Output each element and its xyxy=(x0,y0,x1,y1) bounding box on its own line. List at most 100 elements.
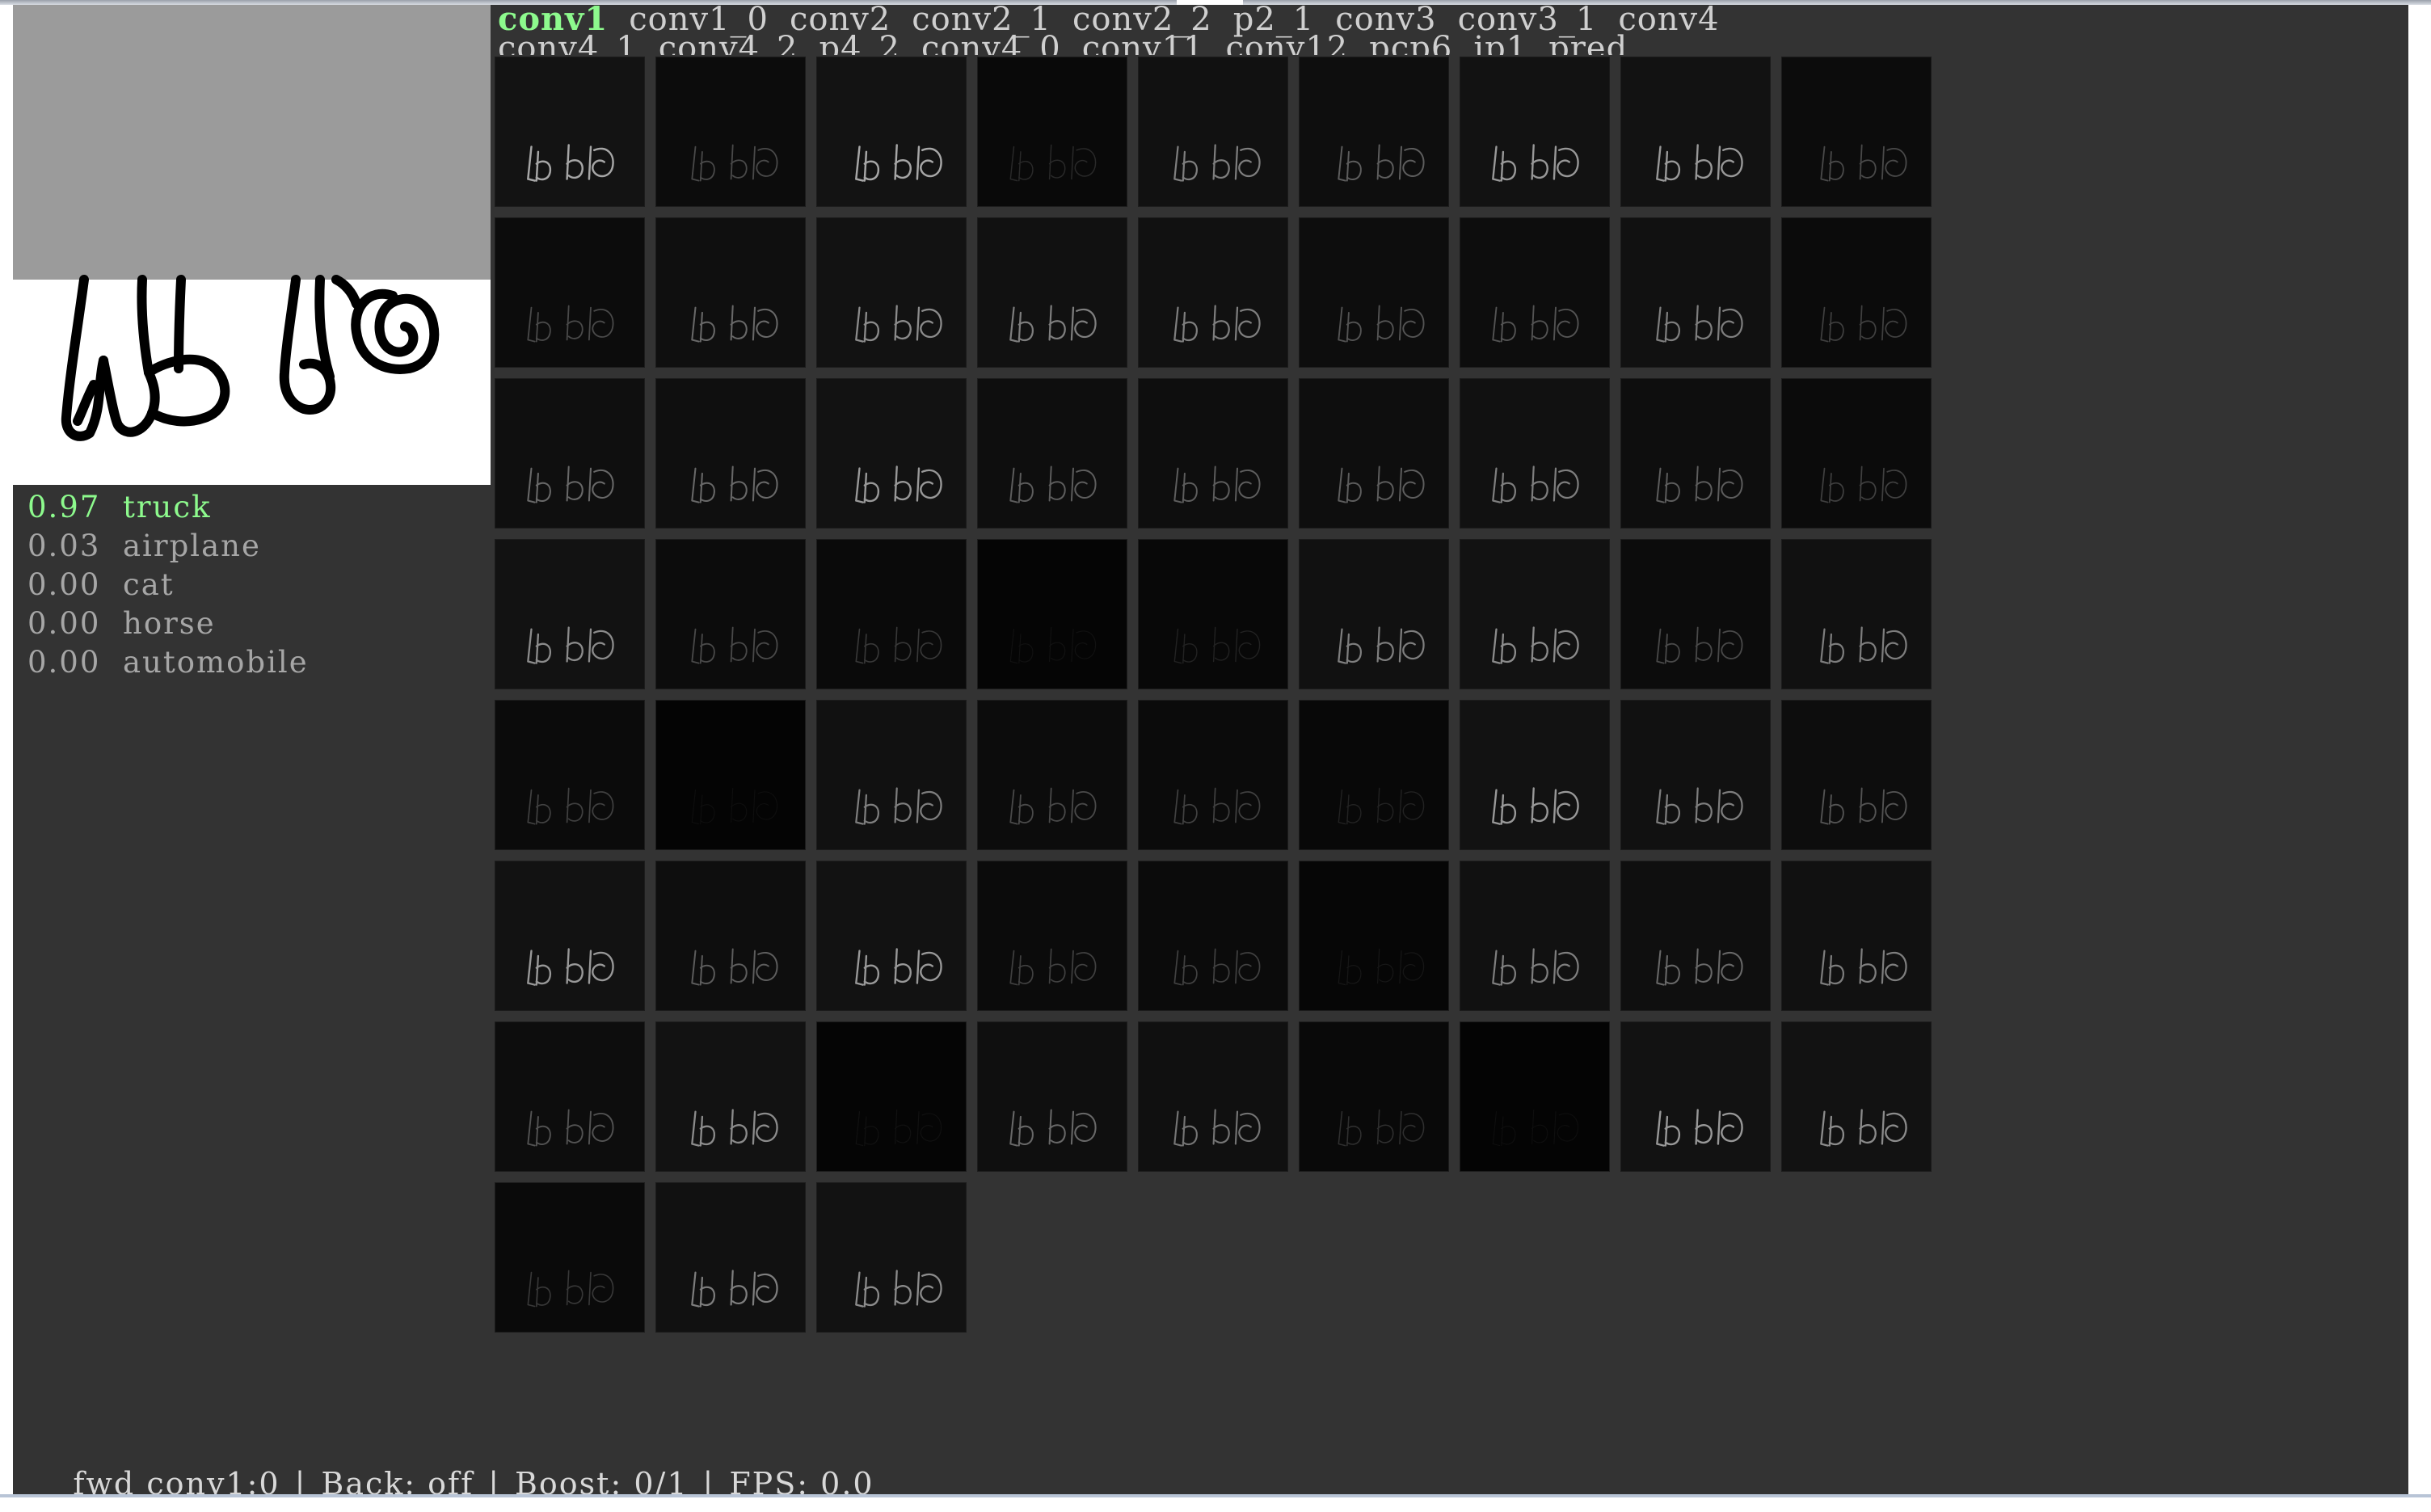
activation-tile[interactable] xyxy=(495,1182,645,1333)
activation-map xyxy=(1820,465,1907,503)
activation-tile[interactable] xyxy=(816,217,967,368)
activation-tile[interactable] xyxy=(1299,57,1449,207)
activation-tile[interactable] xyxy=(1299,1021,1449,1172)
activation-tile[interactable] xyxy=(1460,539,1610,689)
activation-tile[interactable] xyxy=(816,1021,967,1172)
activation-tile[interactable] xyxy=(1620,539,1771,689)
prediction-label: horse xyxy=(123,606,216,641)
layer-name-conv4-2[interactable]: conv4_2 xyxy=(659,30,798,55)
prediction-label: cat xyxy=(123,567,175,602)
activation-tile[interactable] xyxy=(1138,57,1288,207)
activation-tile[interactable] xyxy=(1781,57,1932,207)
layer-name-conv4-1[interactable]: conv4_1 xyxy=(498,30,638,55)
layer-name-ip1[interactable]: ip1 xyxy=(1473,30,1527,55)
prediction-label: automobile xyxy=(123,645,309,680)
activation-tile[interactable] xyxy=(495,378,645,529)
activation-tile[interactable] xyxy=(1299,378,1449,529)
activation-tile[interactable] xyxy=(816,57,967,207)
activation-map xyxy=(1656,948,1743,986)
activation-tile[interactable] xyxy=(977,57,1127,207)
activation-tile[interactable] xyxy=(977,861,1127,1011)
prediction-score: 0.00 xyxy=(27,645,101,680)
activation-tile[interactable] xyxy=(977,217,1127,368)
activation-tile[interactable] xyxy=(655,539,806,689)
activation-map xyxy=(527,1109,614,1147)
activation-tile[interactable] xyxy=(655,217,806,368)
activation-tile[interactable] xyxy=(1299,217,1449,368)
activation-tile[interactable] xyxy=(495,1021,645,1172)
activation-tile[interactable] xyxy=(977,378,1127,529)
activation-tile[interactable] xyxy=(1138,1021,1288,1172)
layer-name-conv4-0[interactable]: conv4_0 xyxy=(921,30,1061,55)
activation-tile[interactable] xyxy=(1781,217,1932,368)
activation-tile[interactable] xyxy=(1299,700,1449,850)
prediction-row: 0.00 horse xyxy=(27,604,309,643)
layer-name-p4-2[interactable]: p4_2 xyxy=(819,30,901,55)
activation-map xyxy=(691,144,778,182)
activation-tile[interactable] xyxy=(816,378,967,529)
activation-tile[interactable] xyxy=(495,539,645,689)
activation-map xyxy=(1820,144,1907,182)
activation-tile[interactable] xyxy=(1620,378,1771,529)
activation-tile[interactable] xyxy=(495,57,645,207)
activation-map xyxy=(1656,626,1743,664)
activation-tile[interactable] xyxy=(1781,378,1932,529)
activation-map xyxy=(1009,465,1097,503)
activation-tile[interactable] xyxy=(495,217,645,368)
activation-tile[interactable] xyxy=(655,57,806,207)
activation-tile[interactable] xyxy=(977,1021,1127,1172)
activation-tile[interactable] xyxy=(1460,1021,1610,1172)
activation-map xyxy=(527,626,614,664)
activation-tile[interactable] xyxy=(1620,1021,1771,1172)
activation-tile[interactable] xyxy=(1138,539,1288,689)
prediction-row: 0.97 truck xyxy=(27,488,309,527)
activation-tile[interactable] xyxy=(1299,539,1449,689)
layer-name-pred[interactable]: pred xyxy=(1548,30,1628,55)
activation-tile[interactable] xyxy=(655,1182,806,1333)
status-fps: FPS: 0.0 xyxy=(729,1466,874,1494)
activation-map xyxy=(1820,1109,1907,1147)
activation-tile[interactable] xyxy=(1620,57,1771,207)
activation-tile[interactable] xyxy=(1781,539,1932,689)
window-bottom-border xyxy=(0,1494,2431,1497)
activation-tile[interactable] xyxy=(1138,861,1288,1011)
activation-tile[interactable] xyxy=(1138,378,1288,529)
activation-tile[interactable] xyxy=(1460,700,1610,850)
layer-name-conv4[interactable]: conv4 xyxy=(1618,5,1719,38)
activation-tile[interactable] xyxy=(1460,217,1610,368)
activation-tile[interactable] xyxy=(1138,700,1288,850)
activation-tile[interactable] xyxy=(816,539,967,689)
activation-map xyxy=(855,787,942,825)
status-separator: | xyxy=(294,1466,307,1494)
activation-map xyxy=(1338,626,1425,664)
layer-name-conv11[interactable]: conv11 xyxy=(1082,30,1205,55)
activation-tile[interactable] xyxy=(495,861,645,1011)
activation-map xyxy=(1492,144,1579,182)
activation-tile[interactable] xyxy=(977,539,1127,689)
activation-tile[interactable] xyxy=(655,861,806,1011)
activation-tile[interactable] xyxy=(1460,57,1610,207)
layer-name-conv12[interactable]: conv12 xyxy=(1226,30,1349,55)
activation-tile[interactable] xyxy=(816,700,967,850)
activation-map xyxy=(1492,465,1579,503)
activation-tile[interactable] xyxy=(1138,217,1288,368)
activation-tile[interactable] xyxy=(655,1021,806,1172)
activation-tile[interactable] xyxy=(1620,861,1771,1011)
activation-tile[interactable] xyxy=(1781,1021,1932,1172)
layer-name-pcp6[interactable]: pcp6 xyxy=(1369,30,1452,55)
activation-tile[interactable] xyxy=(816,861,967,1011)
activation-tile[interactable] xyxy=(1620,700,1771,850)
activation-tile[interactable] xyxy=(495,700,645,850)
activation-tile[interactable] xyxy=(816,1182,967,1333)
activation-tile[interactable] xyxy=(655,378,806,529)
activation-tile[interactable] xyxy=(1781,700,1932,850)
activation-tile[interactable] xyxy=(1460,378,1610,529)
activation-map xyxy=(1492,305,1579,343)
activation-tile[interactable] xyxy=(1781,861,1932,1011)
activation-tile[interactable] xyxy=(1299,861,1449,1011)
activation-tile[interactable] xyxy=(655,700,806,850)
activation-map xyxy=(1173,1109,1261,1147)
activation-tile[interactable] xyxy=(1460,861,1610,1011)
activation-tile[interactable] xyxy=(1620,217,1771,368)
activation-tile[interactable] xyxy=(977,700,1127,850)
